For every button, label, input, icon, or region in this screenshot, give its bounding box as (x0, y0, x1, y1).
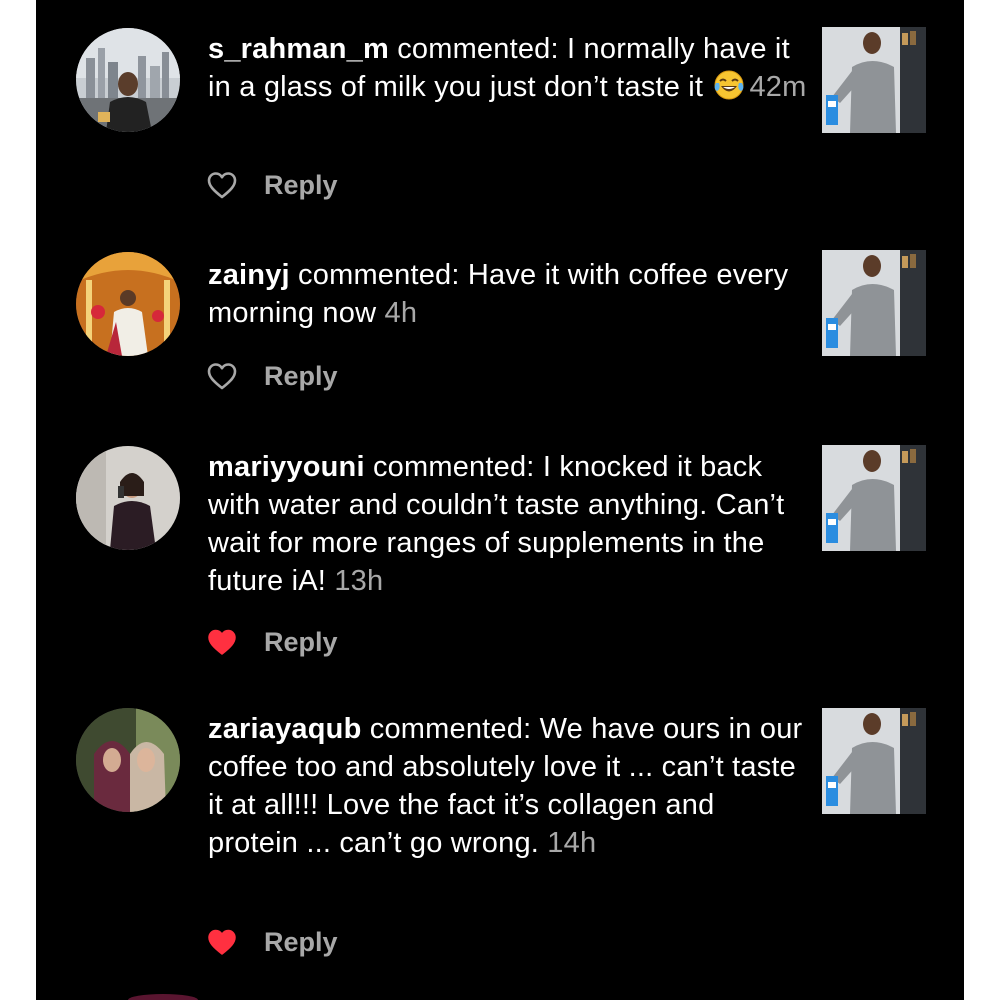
heart-outline-icon[interactable] (206, 361, 238, 391)
face-with-tears-of-joy-emoji-icon (713, 69, 745, 101)
comment-actions: Reply (206, 358, 338, 394)
heart-filled-icon[interactable] (206, 927, 238, 957)
comment-text: s_rahman_m commented: I normally have it… (208, 30, 808, 106)
comment-text: mariyyouni commented: I knocked it back … (208, 448, 808, 600)
reply-button[interactable]: Reply (264, 170, 338, 201)
post-thumbnail[interactable] (822, 445, 926, 551)
reply-button[interactable]: Reply (264, 627, 338, 658)
reply-button[interactable]: Reply (264, 927, 338, 958)
comment-text: zainyj commented: Have it with coffee ev… (208, 256, 808, 332)
comment-verb: commented: (361, 713, 540, 745)
reply-button[interactable]: Reply (264, 361, 338, 392)
post-thumbnail[interactable] (822, 250, 926, 356)
next-avatar-edge (128, 994, 198, 1000)
comment-verb: commented: (289, 259, 468, 291)
avatar[interactable] (76, 708, 180, 812)
comment-username[interactable]: s_rahman_m (208, 33, 389, 65)
avatar[interactable] (76, 252, 180, 356)
comment-actions: Reply (206, 624, 338, 660)
comment-verb: commented: (364, 451, 543, 483)
avatar[interactable] (76, 28, 180, 132)
comment-username[interactable]: zariayaqub (208, 713, 362, 745)
comment-verb: commented: (388, 33, 568, 65)
comment-username[interactable]: mariyyouni (208, 451, 365, 483)
post-thumbnail[interactable] (822, 27, 926, 133)
heart-filled-icon[interactable] (206, 627, 238, 657)
comment-timestamp: 4h (384, 297, 418, 329)
comment-timestamp: 42m (749, 71, 807, 103)
comment-text: zariayaqub commented: We have ours in ou… (208, 710, 808, 862)
comment-username[interactable]: zainyj (208, 259, 290, 291)
post-thumbnail[interactable] (822, 708, 926, 814)
comments-panel: s_rahman_m commented: I normally have it… (36, 0, 964, 1000)
heart-outline-icon[interactable] (206, 170, 238, 200)
comment-timestamp: 13h (334, 565, 384, 597)
comment-timestamp: 14h (547, 827, 597, 859)
avatar[interactable] (76, 446, 180, 550)
comment-actions: Reply (206, 167, 338, 203)
comment-actions: Reply (206, 924, 338, 960)
